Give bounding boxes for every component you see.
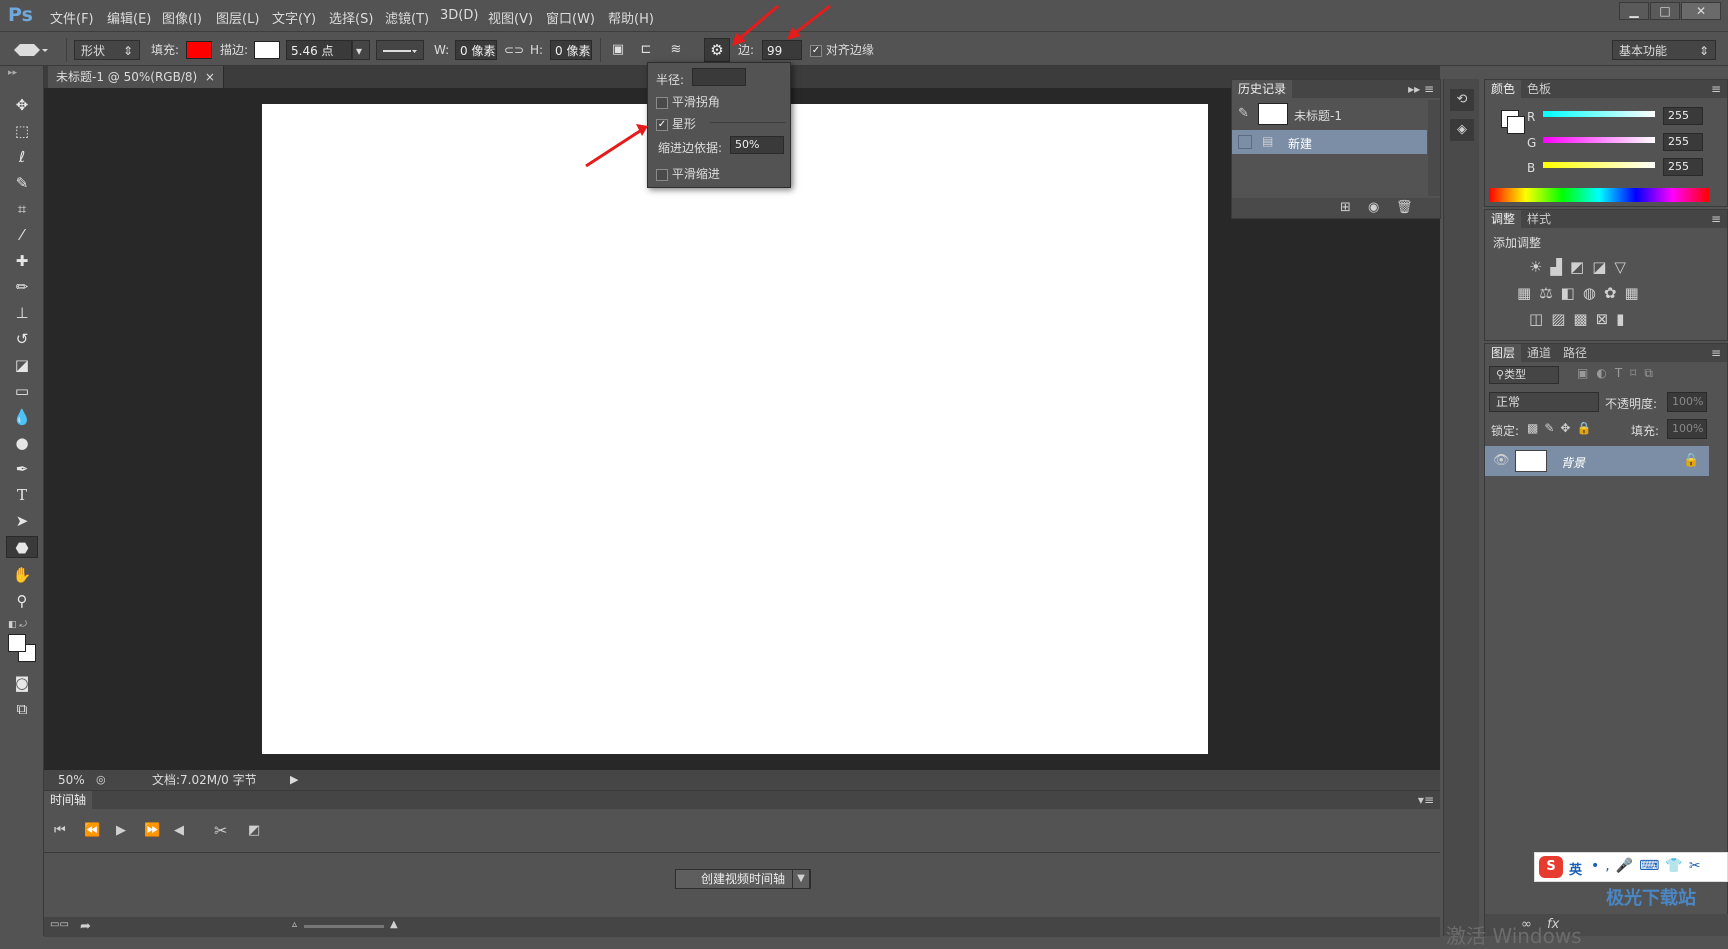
ime-toolbar: S 英 •,🎤⌨👕✂	[1534, 852, 1728, 882]
activate-windows-watermark: 激活 Windows	[1446, 924, 1582, 948]
ime-icons: •,🎤⌨👕✂	[1591, 858, 1707, 874]
punctuation-icon[interactable]: •,	[1591, 858, 1616, 874]
sogou-logo[interactable]: S	[1539, 856, 1563, 878]
site-watermark: 极光下载站	[1606, 888, 1696, 909]
microphone-icon[interactable]: 🎤	[1616, 858, 1639, 874]
ime-mode-label[interactable]: 英	[1569, 859, 1582, 878]
skin-icon[interactable]: 👕	[1665, 858, 1688, 874]
tools-icon[interactable]: ✂	[1689, 858, 1707, 874]
keyboard-icon[interactable]: ⌨	[1639, 858, 1665, 874]
annotation-arrows	[585, 4, 831, 168]
